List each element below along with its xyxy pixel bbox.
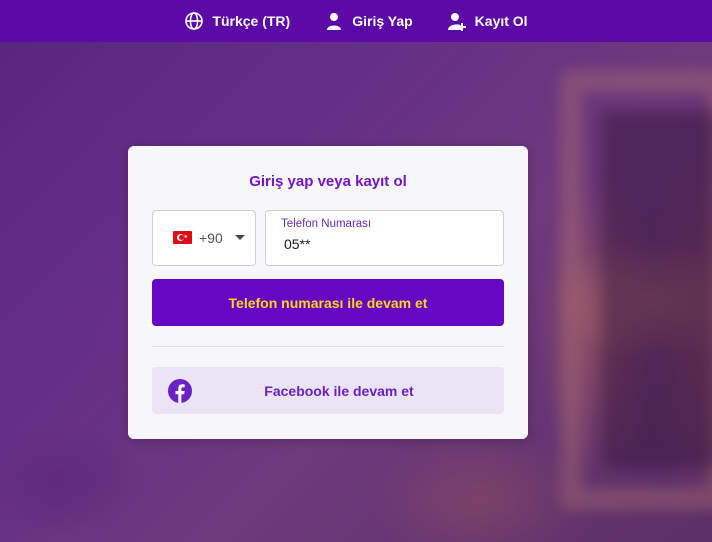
facebook-icon (168, 379, 192, 403)
top-navbar: Türkçe (TR) Giriş Yap Kayıt Ol (0, 0, 712, 42)
phone-number-field[interactable]: Telefon Numarası (265, 210, 504, 266)
divider (152, 346, 504, 347)
register-label: Kayıt Ol (474, 13, 528, 29)
continue-with-facebook-button[interactable]: Facebook ile devam et (152, 367, 504, 414)
turkey-flag-icon: ★ (173, 231, 192, 244)
caret-down-icon (235, 235, 245, 240)
user-icon (324, 11, 344, 31)
language-selector[interactable]: Türkçe (TR) (184, 11, 290, 31)
continue-with-phone-button[interactable]: Telefon numarası ile devam et (152, 279, 504, 326)
facebook-button-label: Facebook ile devam et (264, 382, 414, 399)
register-link[interactable]: Kayıt Ol (447, 11, 528, 31)
login-link[interactable]: Giriş Yap (324, 11, 413, 31)
country-code-select[interactable]: ★ +90 (152, 210, 256, 266)
dial-code: +90 (199, 230, 223, 246)
login-card: Giriş yap veya kayıt ol ★ +90 Telefon Nu… (128, 146, 528, 439)
user-plus-icon (447, 11, 467, 31)
phone-number-label: Telefon Numarası (281, 218, 372, 230)
login-label: Giriş Yap (352, 13, 413, 29)
card-title: Giriş yap veya kayıt ol (249, 173, 407, 190)
globe-icon (184, 11, 204, 31)
language-label: Türkçe (TR) (212, 13, 291, 29)
phone-number-input[interactable] (284, 236, 484, 252)
